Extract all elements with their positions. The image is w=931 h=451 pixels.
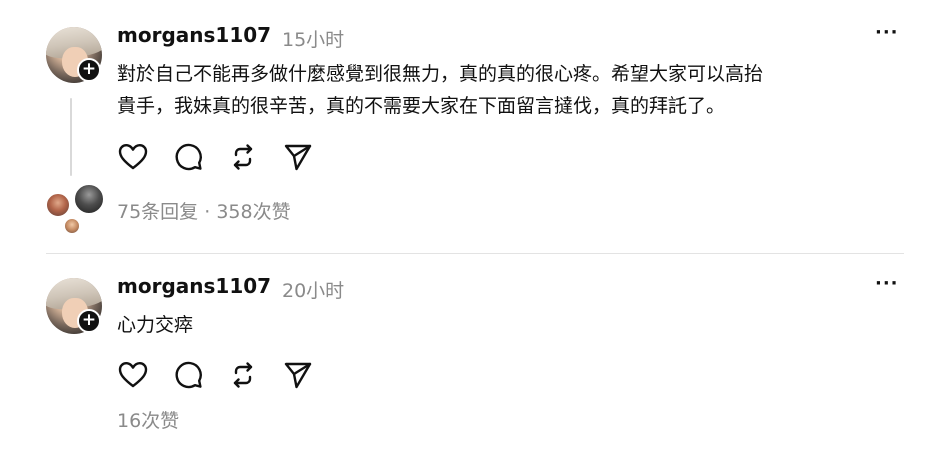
action-bar xyxy=(117,359,317,391)
post-username[interactable]: morgans1107 xyxy=(117,274,271,298)
comment-bubble-icon[interactable] xyxy=(172,359,204,391)
post: + morgans1107 15小时 ··· 對於自己不能再多做什麼感覺到很無力… xyxy=(0,0,931,253)
send-paper-plane-icon[interactable] xyxy=(282,359,314,391)
replier-avatar xyxy=(73,183,105,215)
more-options-button[interactable]: ··· xyxy=(875,273,899,294)
action-bar xyxy=(117,141,317,173)
likes-count-link[interactable]: 358次赞 xyxy=(216,201,290,223)
post-text-line: 貴手，我妹真的很辛苦，真的不需要大家在下面留言撻伐，真的拜託了。 xyxy=(117,95,726,117)
more-options-button[interactable]: ··· xyxy=(875,22,899,43)
repost-arrows-icon[interactable] xyxy=(227,141,259,173)
replier-avatar xyxy=(63,217,81,235)
replies-count-link[interactable]: 75条回复 xyxy=(117,201,198,223)
stats-separator: · xyxy=(198,201,217,223)
post-text-line: 對於自己不能再多做什麼感覺到很無力，真的真的很心疼。希望大家可以高抬 xyxy=(117,63,764,85)
thread-connector-line xyxy=(70,98,72,176)
post-timestamp[interactable]: 20小时 xyxy=(282,276,344,303)
send-paper-plane-icon[interactable] xyxy=(282,141,314,173)
comment-bubble-icon[interactable] xyxy=(172,141,204,173)
repost-arrows-icon[interactable] xyxy=(227,359,259,391)
post-stats: 16次赞 xyxy=(117,406,179,433)
follow-plus-button[interactable]: + xyxy=(77,309,101,333)
heart-icon[interactable] xyxy=(117,141,149,173)
post-timestamp[interactable]: 15小时 xyxy=(282,25,344,52)
post-text-line: 心力交瘁 xyxy=(117,314,194,336)
replier-avatar xyxy=(45,192,71,218)
heart-icon[interactable] xyxy=(117,359,149,391)
post: + morgans1107 20小时 ··· 心力交瘁 16次赞 xyxy=(0,254,931,451)
thread-feed: + morgans1107 15小时 ··· 對於自己不能再多做什麼感覺到很無力… xyxy=(0,0,931,451)
likes-count-link[interactable]: 16次赞 xyxy=(117,410,179,432)
follow-plus-button[interactable]: + xyxy=(77,58,101,82)
post-stats: 75条回复 · 358次赞 xyxy=(117,197,291,224)
post-username[interactable]: morgans1107 xyxy=(117,23,271,47)
